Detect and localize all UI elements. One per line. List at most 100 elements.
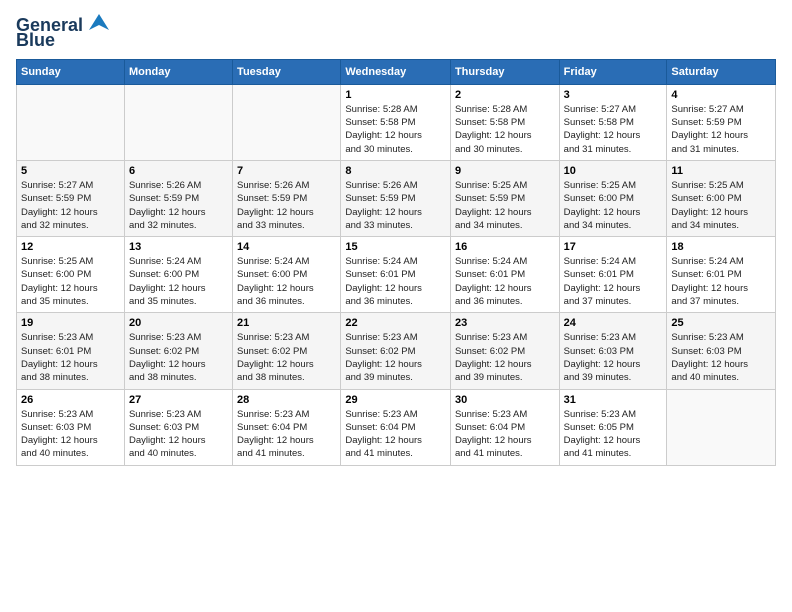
- day-number: 4: [671, 89, 771, 101]
- calendar-week-row: 12 Sunrise: 5:25 AMSunset: 6:00 PMDayligh…: [17, 237, 776, 313]
- day-info: Sunrise: 5:28 AMSunset: 5:58 PMDaylight:…: [455, 103, 555, 156]
- day-number: 29: [345, 394, 446, 406]
- day-number: 23: [455, 317, 555, 329]
- day-info: Sunrise: 5:23 AMSunset: 6:01 PMDaylight:…: [21, 331, 120, 384]
- day-info: Sunrise: 5:24 AMSunset: 6:00 PMDaylight:…: [237, 255, 336, 308]
- day-info: Sunrise: 5:25 AMSunset: 6:00 PMDaylight:…: [671, 179, 771, 232]
- calendar-cell: 16Sunrise: 5:24 AMSunset: 6:01 PMDayligh…: [450, 237, 559, 313]
- calendar-cell: 10 Sunrise: 5:25 AMSunset: 6:00 PMDayligh…: [559, 160, 667, 236]
- day-number: 3: [564, 89, 663, 101]
- day-number: 11: [671, 165, 771, 177]
- weekday-header-thursday: Thursday: [450, 59, 559, 84]
- logo: General Blue: [16, 16, 113, 51]
- calendar-cell: 7 Sunrise: 5:26 AMSunset: 5:59 PMDaylight…: [233, 160, 341, 236]
- day-number: 21: [237, 317, 336, 329]
- day-info: Sunrise: 5:23 AMSunset: 6:04 PMDaylight:…: [237, 408, 336, 461]
- day-number: 26: [21, 394, 120, 406]
- day-info: Sunrise: 5:23 AMSunset: 6:03 PMDaylight:…: [21, 408, 120, 461]
- calendar-cell: 2 Sunrise: 5:28 AMSunset: 5:58 PMDaylight…: [450, 84, 559, 160]
- calendar-cell: 31Sunrise: 5:23 AMSunset: 6:05 PMDayligh…: [559, 389, 667, 465]
- calendar-cell: 24Sunrise: 5:23 AMSunset: 6:03 PMDayligh…: [559, 313, 667, 389]
- calendar-cell: 4 Sunrise: 5:27 AMSunset: 5:59 PMDaylight…: [667, 84, 776, 160]
- weekday-header-row: SundayMondayTuesdayWednesdayThursdayFrid…: [17, 59, 776, 84]
- weekday-header-sunday: Sunday: [17, 59, 125, 84]
- day-number: 13: [129, 241, 228, 253]
- calendar-cell: 11 Sunrise: 5:25 AMSunset: 6:00 PMDayligh…: [667, 160, 776, 236]
- calendar-week-row: 5 Sunrise: 5:27 AMSunset: 5:59 PMDaylight…: [17, 160, 776, 236]
- day-number: 10: [564, 165, 663, 177]
- calendar-cell: 25 Sunrise: 5:23 AMSunset: 6:03 PMDayligh…: [667, 313, 776, 389]
- calendar-cell: 23Sunrise: 5:23 AMSunset: 6:02 PMDayligh…: [450, 313, 559, 389]
- day-number: 6: [129, 165, 228, 177]
- day-number: 24: [564, 317, 663, 329]
- day-number: 15: [345, 241, 446, 253]
- calendar-cell: [667, 389, 776, 465]
- day-number: 30: [455, 394, 555, 406]
- weekday-header-monday: Monday: [124, 59, 232, 84]
- day-info: Sunrise: 5:25 AMSunset: 6:00 PMDaylight:…: [564, 179, 663, 232]
- calendar-cell: 26 Sunrise: 5:23 AMSunset: 6:03 PMDayligh…: [17, 389, 125, 465]
- day-number: 18: [671, 241, 771, 253]
- calendar-cell: [124, 84, 232, 160]
- day-number: 27: [129, 394, 228, 406]
- day-number: 25: [671, 317, 771, 329]
- calendar-cell: 3 Sunrise: 5:27 AMSunset: 5:58 PMDaylight…: [559, 84, 667, 160]
- day-number: 12: [21, 241, 120, 253]
- day-number: 8: [345, 165, 446, 177]
- calendar-cell: 22 Sunrise: 5:23 AMSunset: 6:02 PMDayligh…: [341, 313, 451, 389]
- day-number: 7: [237, 165, 336, 177]
- weekday-header-saturday: Saturday: [667, 59, 776, 84]
- calendar-cell: 18 Sunrise: 5:24 AMSunset: 6:01 PMDayligh…: [667, 237, 776, 313]
- calendar-week-row: 1 Sunrise: 5:28 AMSunset: 5:58 PMDaylight…: [17, 84, 776, 160]
- day-info: Sunrise: 5:25 AMSunset: 6:00 PMDaylight:…: [21, 255, 120, 308]
- weekday-header-friday: Friday: [559, 59, 667, 84]
- day-number: 1: [345, 89, 446, 101]
- day-number: 19: [21, 317, 120, 329]
- day-info: Sunrise: 5:23 AMSunset: 6:03 PMDaylight:…: [129, 408, 228, 461]
- day-info: Sunrise: 5:24 AMSunset: 6:01 PMDaylight:…: [455, 255, 555, 308]
- day-info: Sunrise: 5:26 AMSunset: 5:59 PMDaylight:…: [237, 179, 336, 232]
- calendar-cell: 19 Sunrise: 5:23 AMSunset: 6:01 PMDayligh…: [17, 313, 125, 389]
- day-number: 5: [21, 165, 120, 177]
- calendar-cell: 28 Sunrise: 5:23 AMSunset: 6:04 PMDayligh…: [233, 389, 341, 465]
- day-number: 17: [564, 241, 663, 253]
- calendar-cell: 27 Sunrise: 5:23 AMSunset: 6:03 PMDayligh…: [124, 389, 232, 465]
- day-info: Sunrise: 5:24 AMSunset: 6:01 PMDaylight:…: [564, 255, 663, 308]
- weekday-header-wednesday: Wednesday: [341, 59, 451, 84]
- day-number: 28: [237, 394, 336, 406]
- day-info: Sunrise: 5:24 AMSunset: 6:00 PMDaylight:…: [129, 255, 228, 308]
- calendar-cell: 12 Sunrise: 5:25 AMSunset: 6:00 PMDayligh…: [17, 237, 125, 313]
- day-info: Sunrise: 5:26 AMSunset: 5:59 PMDaylight:…: [345, 179, 446, 232]
- calendar-cell: 17 Sunrise: 5:24 AMSunset: 6:01 PMDayligh…: [559, 237, 667, 313]
- day-number: 20: [129, 317, 228, 329]
- calendar-cell: 30Sunrise: 5:23 AMSunset: 6:04 PMDayligh…: [450, 389, 559, 465]
- day-number: 14: [237, 241, 336, 253]
- calendar-cell: 14 Sunrise: 5:24 AMSunset: 6:00 PMDayligh…: [233, 237, 341, 313]
- weekday-header-tuesday: Tuesday: [233, 59, 341, 84]
- day-info: Sunrise: 5:24 AMSunset: 6:01 PMDaylight:…: [671, 255, 771, 308]
- calendar-week-row: 26 Sunrise: 5:23 AMSunset: 6:03 PMDayligh…: [17, 389, 776, 465]
- calendar-cell: 5 Sunrise: 5:27 AMSunset: 5:59 PMDaylight…: [17, 160, 125, 236]
- logo-blue-text: Blue: [16, 30, 55, 50]
- day-number: 9: [455, 165, 555, 177]
- day-info: Sunrise: 5:28 AMSunset: 5:58 PMDaylight:…: [345, 103, 446, 156]
- calendar-week-row: 19 Sunrise: 5:23 AMSunset: 6:01 PMDayligh…: [17, 313, 776, 389]
- calendar-cell: 20Sunrise: 5:23 AMSunset: 6:02 PMDayligh…: [124, 313, 232, 389]
- day-info: Sunrise: 5:23 AMSunset: 6:05 PMDaylight:…: [564, 408, 663, 461]
- calendar-cell: 21 Sunrise: 5:23 AMSunset: 6:02 PMDayligh…: [233, 313, 341, 389]
- calendar-table: SundayMondayTuesdayWednesdayThursdayFrid…: [16, 59, 776, 466]
- day-info: Sunrise: 5:27 AMSunset: 5:59 PMDaylight:…: [21, 179, 120, 232]
- page-header: General Blue: [16, 16, 776, 51]
- calendar-cell: 29Sunrise: 5:23 AMSunset: 6:04 PMDayligh…: [341, 389, 451, 465]
- calendar-cell: 8 Sunrise: 5:26 AMSunset: 5:59 PMDaylight…: [341, 160, 451, 236]
- day-number: 22: [345, 317, 446, 329]
- day-info: Sunrise: 5:27 AMSunset: 5:59 PMDaylight:…: [671, 103, 771, 156]
- calendar-cell: 1 Sunrise: 5:28 AMSunset: 5:58 PMDaylight…: [341, 84, 451, 160]
- day-info: Sunrise: 5:23 AMSunset: 6:03 PMDaylight:…: [671, 331, 771, 384]
- calendar-cell: 6Sunrise: 5:26 AMSunset: 5:59 PMDaylight…: [124, 160, 232, 236]
- logo-icon: [85, 12, 113, 34]
- day-number: 2: [455, 89, 555, 101]
- day-info: Sunrise: 5:23 AMSunset: 6:02 PMDaylight:…: [345, 331, 446, 384]
- day-info: Sunrise: 5:27 AMSunset: 5:58 PMDaylight:…: [564, 103, 663, 156]
- day-info: Sunrise: 5:23 AMSunset: 6:02 PMDaylight:…: [237, 331, 336, 384]
